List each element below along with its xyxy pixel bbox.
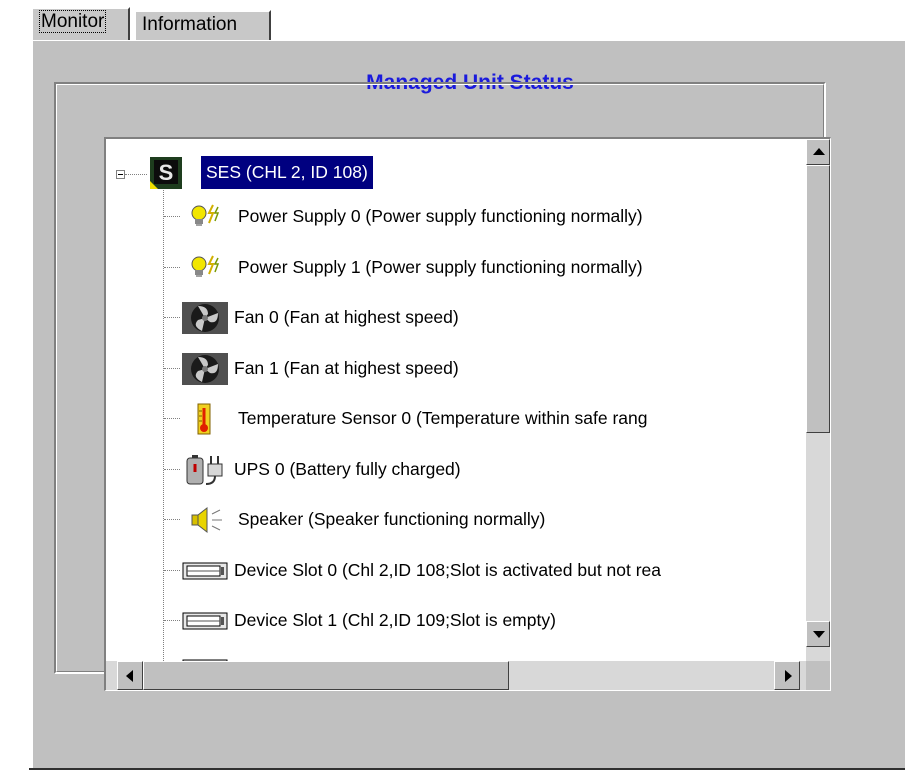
tree-item[interactable]: Device Slot 0 (Chl 2,ID 108;Slot is acti… bbox=[182, 555, 806, 585]
power-supply-icon bbox=[182, 252, 230, 284]
tree-item[interactable]: Device Slot 1 (Chl 2,ID 109;Slot is empt… bbox=[182, 605, 806, 635]
managed-unit-tree[interactable]: S SES (CHL 2, ID 108) Power Supply 0 (Po… bbox=[104, 137, 831, 691]
tree-connector bbox=[163, 187, 164, 661]
arrow-up-icon bbox=[813, 148, 825, 155]
tree-item[interactable]: UPS 0 (Battery fully charged) bbox=[182, 454, 806, 486]
tree-item-label: Power Supply 1 (Power supply functioning… bbox=[238, 257, 643, 277]
tree-item-label: Temperature Sensor 0 (Temperature within… bbox=[238, 408, 648, 428]
tree-item[interactable]: Speaker (Speaker functioning normally) bbox=[182, 504, 806, 534]
scroll-down-button[interactable] bbox=[806, 621, 830, 647]
tree-connector bbox=[164, 368, 180, 369]
tree-item[interactable]: Temperature Sensor 0 (Temperature within… bbox=[182, 403, 806, 435]
tree-connector bbox=[164, 267, 180, 268]
vertical-scrollbar[interactable] bbox=[806, 139, 830, 661]
tree-item-label: Speaker (Speaker functioning normally) bbox=[238, 509, 546, 529]
arrow-right-icon bbox=[785, 670, 792, 682]
tab-information-label: Information bbox=[142, 14, 238, 35]
panel-bottom-border bbox=[29, 768, 905, 770]
thermometer-icon bbox=[182, 403, 230, 435]
fan-icon bbox=[182, 353, 230, 385]
tree-connector bbox=[164, 570, 180, 571]
tab-information[interactable]: Information bbox=[134, 10, 271, 40]
tree-connector bbox=[164, 216, 180, 217]
tree-connector bbox=[164, 418, 180, 419]
tab-monitor[interactable]: Monitor bbox=[31, 7, 130, 40]
device-slot-icon bbox=[182, 652, 230, 661]
arrow-down-icon bbox=[813, 631, 825, 638]
tree-item-label: Device Slot 1 (Chl 2,ID 109;Slot is empt… bbox=[234, 610, 556, 630]
tab-monitor-label: Monitor bbox=[39, 10, 107, 33]
ups-battery-icon bbox=[182, 454, 230, 486]
fan-icon bbox=[182, 302, 230, 334]
tree-item-label: Fan 1 (Fan at highest speed) bbox=[234, 358, 459, 378]
scroll-up-button[interactable] bbox=[806, 139, 830, 165]
horizontal-scroll-thumb[interactable] bbox=[143, 661, 509, 690]
tree-connector bbox=[164, 620, 180, 621]
tree-connector bbox=[125, 174, 147, 175]
scrollbar-corner bbox=[806, 661, 830, 690]
device-slot-icon bbox=[182, 605, 230, 637]
tree-connector bbox=[164, 317, 180, 318]
tree-connector bbox=[164, 469, 180, 470]
speaker-icon bbox=[182, 504, 230, 536]
svg-text:S: S bbox=[159, 160, 174, 185]
tree-connector bbox=[164, 519, 180, 520]
tree-item-label: Power Supply 0 (Power supply functioning… bbox=[238, 206, 643, 226]
horizontal-scrollbar[interactable] bbox=[106, 661, 806, 690]
collapse-toggle[interactable] bbox=[116, 170, 125, 179]
tree-item-label: Fan 0 (Fan at highest speed) bbox=[234, 307, 459, 327]
tree-item-label: UPS 0 (Battery fully charged) bbox=[234, 459, 461, 479]
power-supply-icon bbox=[182, 201, 230, 233]
tree-root-label[interactable]: SES (CHL 2, ID 108) bbox=[201, 156, 373, 189]
arrow-left-icon bbox=[126, 670, 133, 682]
scroll-left-button[interactable] bbox=[117, 661, 143, 690]
tree-item[interactable]: Fan 0 (Fan at highest speed) bbox=[182, 302, 806, 334]
tree-viewport: S SES (CHL 2, ID 108) Power Supply 0 (Po… bbox=[106, 139, 806, 661]
vertical-scroll-thumb[interactable] bbox=[806, 165, 830, 433]
tree-item-label: Device Slot 0 (Chl 2,ID 108;Slot is acti… bbox=[234, 560, 662, 580]
tree-item[interactable]: Power Supply 1 (Power supply functioning… bbox=[182, 252, 806, 282]
tree-item[interactable]: Fan 1 (Fan at highest speed) bbox=[182, 353, 806, 385]
device-slot-icon bbox=[182, 555, 230, 587]
tree-item[interactable]: Power Supply 0 (Power supply functioning… bbox=[182, 201, 806, 231]
ses-enclosure-icon: S bbox=[148, 156, 198, 189]
scroll-right-button[interactable] bbox=[774, 661, 800, 690]
